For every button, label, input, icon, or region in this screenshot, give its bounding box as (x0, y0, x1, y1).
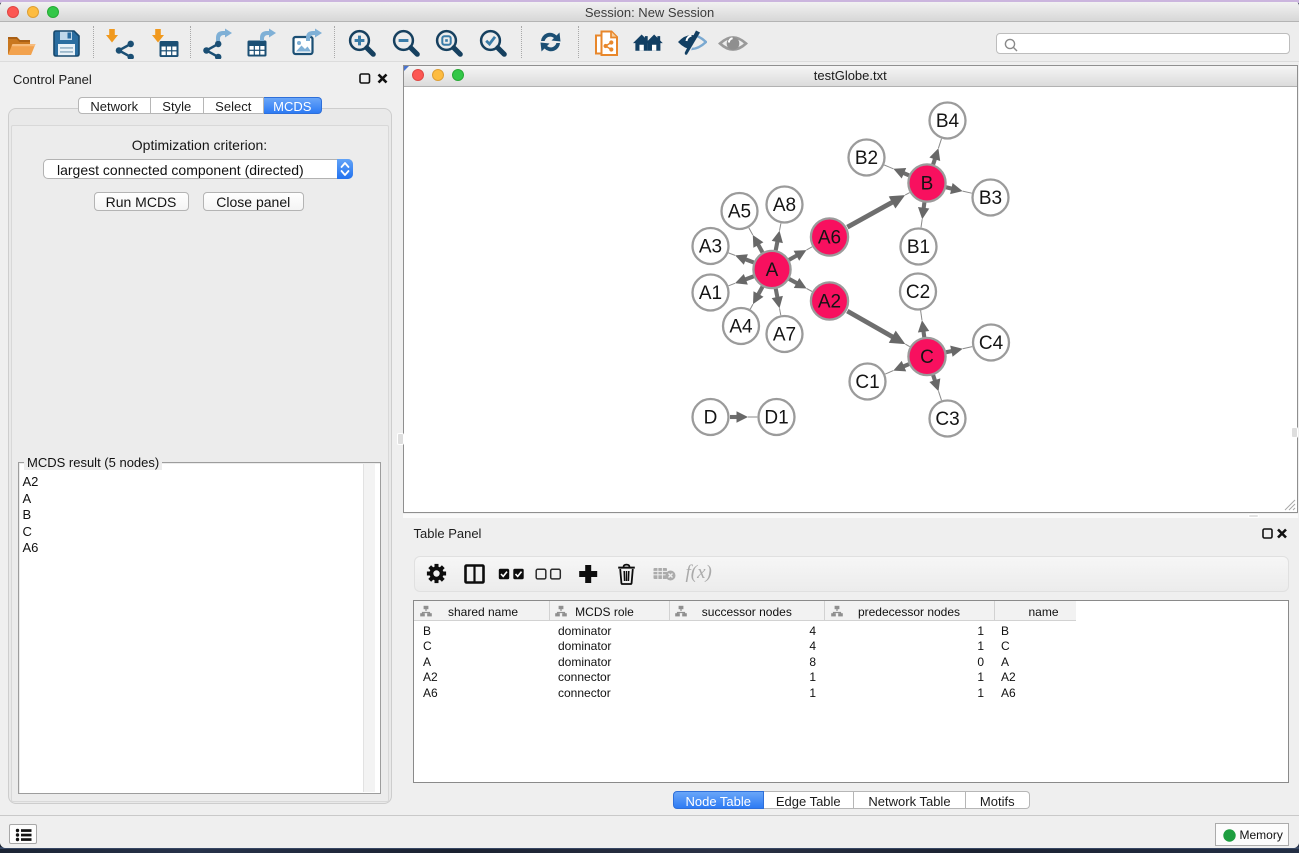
svg-text:C4: C4 (978, 333, 1003, 354)
svg-text:D1: D1 (764, 407, 788, 428)
svg-text:A5: A5 (727, 201, 750, 222)
svg-text:A4: A4 (729, 316, 753, 337)
svg-text:B3: B3 (978, 188, 1001, 209)
svg-text:A: A (765, 260, 778, 281)
svg-text:A8: A8 (772, 195, 795, 216)
svg-text:C3: C3 (935, 409, 959, 430)
svg-text:A1: A1 (698, 283, 721, 304)
svg-text:A6: A6 (817, 227, 840, 248)
svg-text:A7: A7 (772, 324, 795, 345)
svg-text:B2: B2 (854, 148, 877, 169)
svg-text:B1: B1 (906, 237, 929, 258)
svg-text:C: C (920, 347, 934, 368)
svg-text:C1: C1 (855, 372, 879, 393)
svg-text:B: B (920, 173, 933, 194)
svg-text:B4: B4 (935, 111, 959, 132)
svg-text:A2: A2 (817, 291, 840, 312)
svg-text:C2: C2 (905, 282, 929, 303)
svg-text:D: D (703, 407, 717, 428)
svg-text:A3: A3 (698, 236, 721, 257)
